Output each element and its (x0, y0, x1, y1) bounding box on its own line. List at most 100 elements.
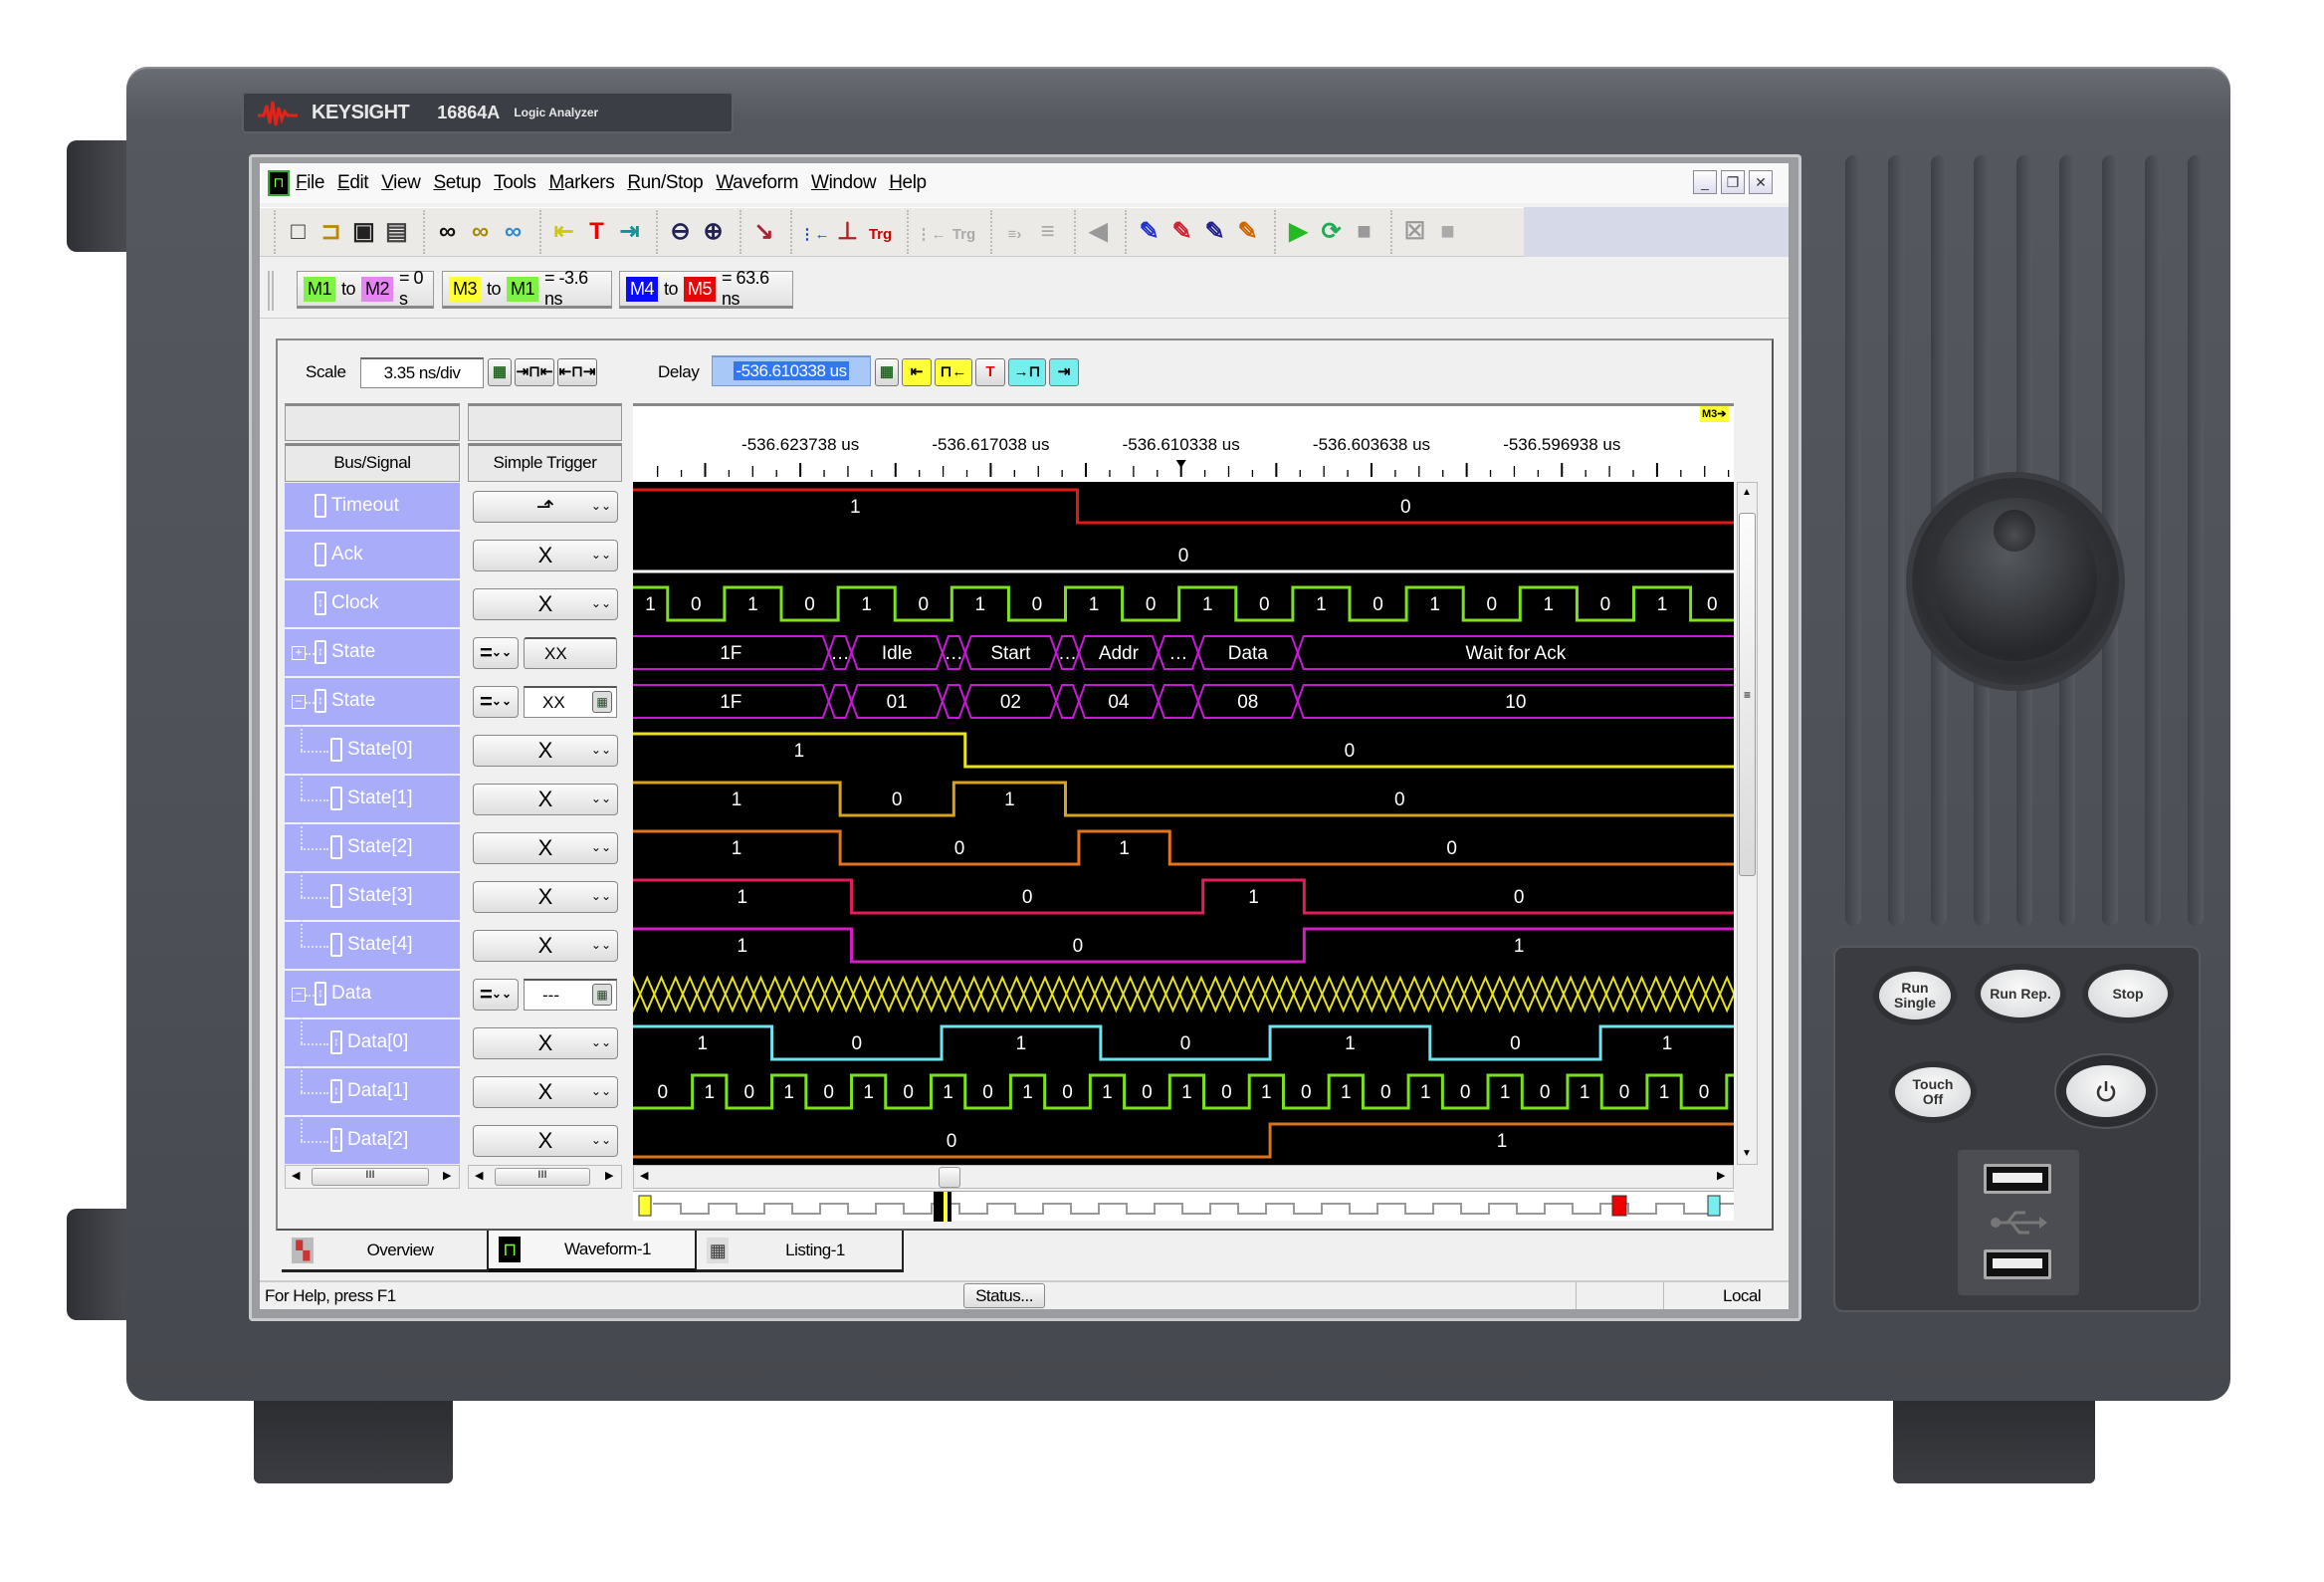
tab-listing-1[interactable]: ▦ Listing-1 (697, 1231, 904, 1272)
trigger-value-input[interactable]: XX (524, 637, 617, 669)
signal-row-data[interactable]: − ↕ Data (285, 971, 460, 1017)
scroll-right-icon[interactable]: ▶ (443, 1169, 451, 1182)
expand-icon[interactable]: + (292, 646, 306, 660)
collapse-icon[interactable]: − (292, 988, 306, 1002)
zoom-out-time-button[interactable]: ⇤⊓⇥ (557, 358, 597, 386)
close-button[interactable]: ✕ (1749, 170, 1773, 194)
align-disabled-button[interactable]: ≡› (998, 214, 1031, 250)
signal-row-state[interactable]: − ↕ State (285, 678, 460, 725)
trigger-value-input[interactable]: XX ▦ (524, 686, 617, 718)
scroll-right-icon[interactable]: ▶ (1717, 1169, 1725, 1182)
new-file-button[interactable]: □ (282, 214, 315, 250)
signal-row-clock[interactable]: ↕ Clock (285, 580, 460, 627)
run-repetitive-button[interactable]: ⟳ (1315, 214, 1348, 250)
print-button[interactable]: ▤ (380, 214, 413, 250)
menu-file[interactable]: File (296, 172, 324, 194)
trigger-operator-dropdown[interactable]: = ⌄⌄ (473, 979, 519, 1011)
restore-button[interactable]: ❐ (1721, 170, 1745, 194)
speaker-disabled-button[interactable]: ◀ (1082, 214, 1115, 250)
tab-overview[interactable]: ▚ Overview (282, 1231, 489, 1272)
signal-row-ack[interactable]: Ack (285, 532, 460, 578)
scroll-down-icon[interactable]: ▼ (1742, 1148, 1752, 1159)
calculator-icon[interactable]: ▦ (592, 984, 612, 1006)
trigger-condition-dropdown[interactable]: X ⌄⌄ (473, 832, 618, 864)
run-repetitive-button[interactable]: Run Rep. (1981, 970, 2060, 1017)
trigger-operator-dropdown[interactable]: = ⌄⌄ (473, 637, 519, 669)
usb-port-bottom[interactable] (1984, 1249, 2051, 1279)
signal-row-data1[interactable]: ↕ Data[1] (285, 1066, 460, 1115)
trigger-edge-button[interactable]: ⊥ (831, 214, 864, 250)
waveform-scroll-thumb[interactable] (939, 1167, 960, 1188)
marker-measurement-2[interactable]: M3 to M1 = -3.6 ns (442, 268, 612, 309)
zoom-out-button[interactable]: ⊖ (664, 214, 697, 250)
insert-signal-button[interactable]: ⋮← (798, 214, 831, 250)
open-folder-button[interactable]: ⊐ (315, 214, 347, 250)
signal-row-state[interactable]: + ↕ State (285, 629, 460, 676)
simple-trigger-header[interactable]: Simple Trigger (468, 443, 622, 482)
trigger-column-scrollbar[interactable]: ◀ III ▶ (468, 1165, 622, 1189)
minimize-button[interactable]: _ (1693, 170, 1717, 194)
delay-input[interactable]: -536.610338 us (712, 355, 871, 386)
go-to-start-button[interactable]: ⇤ (547, 214, 580, 250)
find-next-button[interactable]: ∞ (497, 214, 529, 250)
delay-to-marker-button[interactable]: ⊓← (935, 358, 972, 386)
menu-setup[interactable]: Setup (433, 172, 481, 194)
menu-run-stop[interactable]: Run/Stop (627, 172, 703, 194)
trigger-condition-dropdown[interactable]: X ⌄⌄ (473, 1076, 618, 1108)
run-button[interactable]: ▶ (1282, 214, 1315, 250)
marker-measurement-1[interactable]: M1 to M2 = 0 s (297, 268, 434, 309)
menu-tools[interactable]: Tools (494, 172, 536, 194)
trigger-condition-dropdown[interactable]: X ⌄⌄ (473, 588, 618, 620)
menu-window[interactable]: Window (811, 172, 877, 194)
toolbar-grip[interactable] (268, 271, 274, 311)
power-button[interactable] (2066, 1065, 2146, 1117)
trigger-value-input[interactable]: --- ▦ (524, 979, 617, 1011)
collapse-icon[interactable]: − (292, 695, 306, 709)
marker-measurement-3[interactable]: M4 to M5 = 63.6 ns (619, 268, 793, 309)
signal-row-state3[interactable]: State[3] (285, 871, 460, 920)
overview-button[interactable]: ↘ (747, 214, 780, 250)
zoom-in-time-button[interactable]: ⇥⊓⇤ (515, 358, 554, 386)
touch-off-button[interactable]: Touch Off (1895, 1067, 1971, 1117)
trigger-condition-dropdown[interactable]: X ⌄⌄ (473, 930, 618, 962)
signal-row-data2[interactable]: ↕ Data[2] (285, 1115, 460, 1164)
delay-go-to-end-button[interactable]: ⇥ (1049, 358, 1079, 386)
square-button[interactable]: ■ (1431, 214, 1464, 250)
calculator-icon[interactable]: ▦ (592, 691, 612, 713)
trigger-condition-dropdown[interactable]: X ⌄⌄ (473, 1125, 618, 1157)
go-to-trigger-button[interactable]: T (580, 214, 613, 250)
delay-calculator-button[interactable]: ▦ (875, 358, 899, 386)
trigger-disabled-button[interactable]: Trg (948, 214, 980, 250)
signal-row-data0[interactable]: ↕ Data[0] (285, 1017, 460, 1066)
stop-button[interactable]: ■ (1348, 214, 1380, 250)
bus-signal-header[interactable]: Bus/Signal (285, 443, 460, 482)
signal-scroll-thumb[interactable]: III (312, 1168, 429, 1186)
m3-marker-tag[interactable]: M3➔ (1700, 406, 1729, 422)
run-single-button[interactable]: Run Single (1879, 972, 1951, 1019)
signal-row-state0[interactable]: State[0] (285, 725, 460, 774)
stop-button[interactable]: Stop (2088, 970, 2168, 1017)
signal-row-state4[interactable]: State[4] (285, 920, 460, 969)
trigger-button[interactable]: Trg (864, 214, 897, 250)
place-marker-button[interactable]: ✎ (1133, 214, 1165, 250)
scroll-left-icon[interactable]: ◀ (640, 1169, 648, 1182)
trigger-condition-dropdown[interactable]: X ⌄⌄ (473, 735, 618, 767)
marker-to-trigger-button[interactable]: ✎ (1165, 214, 1198, 250)
zoom-in-button[interactable]: ⊕ (697, 214, 730, 250)
signal-row-state2[interactable]: State[2] (285, 822, 460, 871)
menu-markers[interactable]: Markers (548, 172, 614, 194)
scale-calculator-button[interactable]: ▦ (488, 358, 512, 386)
usb-port-top[interactable] (1984, 1164, 2051, 1194)
find-button[interactable]: ∞ (431, 214, 464, 250)
delay-go-to-start-button[interactable]: ⇤ (902, 358, 932, 386)
time-axis[interactable]: -536.623738 us -536.617038 us -536.610338 … (633, 403, 1734, 482)
marker-interval-button[interactable]: ✎ (1198, 214, 1231, 250)
signal-row-timeout[interactable]: Timeout (285, 483, 460, 530)
menu-edit[interactable]: Edit (337, 172, 369, 194)
menu-waveform[interactable]: Waveform (716, 172, 798, 194)
trigger-condition-dropdown[interactable]: X ⌄⌄ (473, 784, 618, 815)
trigger-condition-dropdown[interactable]: X ⌄⌄ (473, 1027, 618, 1059)
scale-input[interactable]: 3.35 ns/div (360, 357, 484, 388)
go-to-end-button[interactable]: ⇥ (613, 214, 646, 250)
trigger-condition-dropdown[interactable]: X ⌄⌄ (473, 881, 618, 913)
